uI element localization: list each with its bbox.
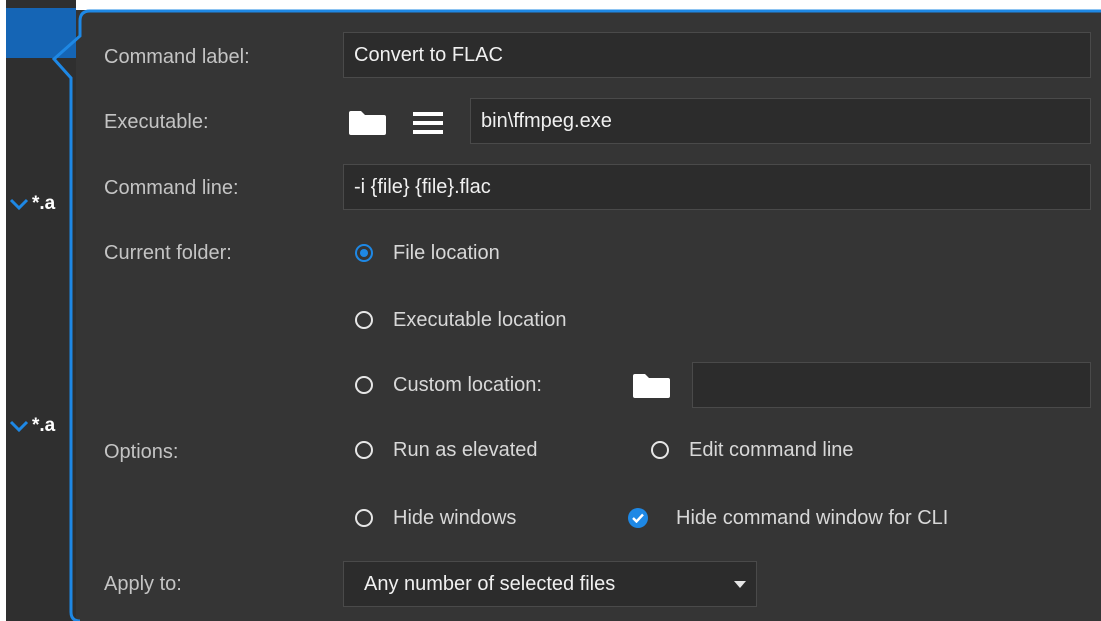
folder-icon[interactable] (631, 373, 673, 399)
custom-location-label: Custom location: (393, 373, 542, 396)
file-location-label: File location (393, 241, 500, 264)
chevron-down-icon (9, 420, 29, 433)
radio-unselected[interactable] (651, 441, 669, 459)
extension-item-label: *.a (32, 415, 56, 436)
edit-command-line-label: Edit command line (689, 438, 854, 461)
executable-input[interactable]: bin\ffmpeg.exe (470, 98, 1091, 144)
executable-label: Executable: (104, 111, 209, 133)
command-label-input[interactable]: Convert to FLAC (343, 32, 1091, 78)
extension-item[interactable]: *.a (8, 192, 55, 216)
file-location-option[interactable]: File location (355, 238, 500, 268)
command-label-label: Command label: (104, 46, 250, 68)
run-as-elevated-label: Run as elevated (393, 438, 538, 461)
apply-to-label: Apply to: (104, 573, 182, 595)
hide-windows-label: Hide windows (393, 506, 517, 529)
radio-unselected[interactable] (355, 441, 373, 459)
chevron-down-icon (9, 198, 29, 211)
check-icon[interactable] (628, 508, 648, 528)
command-line-input[interactable]: -i {file} {file}.flac (343, 164, 1091, 210)
custom-location-input[interactable] (692, 362, 1091, 408)
current-folder-label: Current folder: (104, 242, 232, 264)
command-line-label: Command line: (104, 177, 239, 199)
radio-selected[interactable] (355, 244, 373, 262)
extension-item[interactable]: *.a (8, 414, 55, 438)
custom-location-option[interactable]: Custom location: (355, 370, 542, 400)
folder-icon[interactable] (347, 110, 389, 136)
chevron-down-icon (734, 581, 746, 588)
selected-list-item[interactable] (6, 8, 76, 58)
hide-windows-option[interactable]: Hide windows (355, 503, 516, 533)
radio-unselected[interactable] (355, 376, 373, 394)
extension-list (6, 0, 76, 621)
options-label: Options: (104, 441, 179, 463)
apply-to-select[interactable]: Any number of selected files (343, 561, 757, 607)
edit-command-line-option[interactable]: Edit command line (651, 435, 854, 465)
radio-unselected[interactable] (355, 311, 373, 329)
run-as-elevated-option[interactable]: Run as elevated (355, 435, 538, 465)
extension-item-label: *.a (32, 193, 56, 214)
radio-unselected[interactable] (355, 509, 373, 527)
apply-to-value: Any number of selected files (364, 572, 616, 595)
executable-location-label: Executable location (393, 308, 567, 331)
hide-command-window-option[interactable]: Hide command window for CLI (628, 503, 948, 533)
executable-location-option[interactable]: Executable location (355, 305, 566, 335)
hide-command-window-label: Hide command window for CLI (676, 506, 949, 529)
list-icon[interactable] (413, 112, 443, 134)
